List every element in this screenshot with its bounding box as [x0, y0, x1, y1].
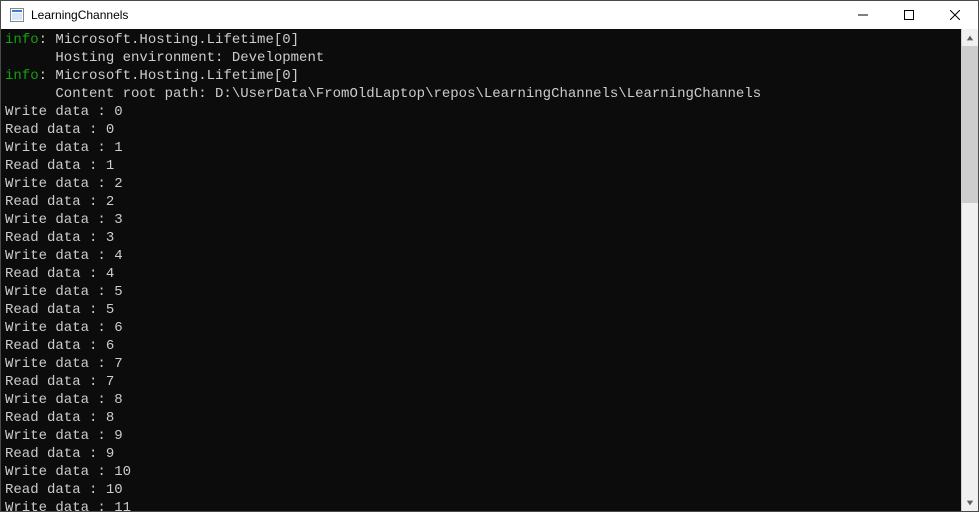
console-line: Read data : 9 — [5, 445, 957, 463]
log-entry: Write data : 3 — [5, 212, 123, 228]
console-line: Write data : 11 — [5, 499, 957, 511]
console-line: Read data : 7 — [5, 373, 957, 391]
console-line: Write data : 1 — [5, 139, 957, 157]
log-level-info: info — [5, 68, 39, 84]
console-output[interactable]: info: Microsoft.Hosting.Lifetime[0]Hosti… — [1, 29, 961, 511]
console-line: Read data : 2 — [5, 193, 957, 211]
log-entry: Write data : 5 — [5, 284, 123, 300]
log-entry: Write data : 4 — [5, 248, 123, 264]
log-entry: Read data : 9 — [5, 446, 114, 462]
console-line: Write data : 0 — [5, 103, 957, 121]
console-line: Write data : 7 — [5, 355, 957, 373]
log-entry: Write data : 1 — [5, 140, 123, 156]
log-entry: Write data : 0 — [5, 104, 123, 120]
console-line: Read data : 0 — [5, 121, 957, 139]
log-entry: Write data : 11 — [5, 500, 131, 511]
scroll-down-arrow-icon[interactable] — [962, 494, 978, 511]
log-entry: Read data : 3 — [5, 230, 114, 246]
console-line: info: Microsoft.Hosting.Lifetime[0] — [5, 67, 957, 85]
titlebar[interactable]: LearningChannels — [1, 1, 978, 29]
log-entry: Read data : 0 — [5, 122, 114, 138]
console-line: Write data : 6 — [5, 319, 957, 337]
console-line: Read data : 5 — [5, 301, 957, 319]
console-line: Hosting environment: Development — [5, 49, 957, 67]
log-entry: Read data : 2 — [5, 194, 114, 210]
log-entry: Write data : 10 — [5, 464, 131, 480]
log-entry: Write data : 6 — [5, 320, 123, 336]
log-entry: Read data : 10 — [5, 482, 123, 498]
minimize-button[interactable] — [840, 1, 886, 29]
log-content-root: Content root path: D:\UserData\FromOldLa… — [55, 86, 761, 102]
log-entry: Read data : 7 — [5, 374, 114, 390]
console-line: Write data : 3 — [5, 211, 957, 229]
log-level-info: info — [5, 32, 39, 48]
console-line: Read data : 6 — [5, 337, 957, 355]
console-line: info: Microsoft.Hosting.Lifetime[0] — [5, 31, 957, 49]
console-line: Content root path: D:\UserData\FromOldLa… — [5, 85, 957, 103]
log-hosting-env: Hosting environment: Development — [55, 50, 324, 66]
console-line: Read data : 1 — [5, 157, 957, 175]
log-source: : Microsoft.Hosting.Lifetime[0] — [39, 68, 299, 84]
log-entry: Read data : 6 — [5, 338, 114, 354]
console-line: Read data : 10 — [5, 481, 957, 499]
maximize-button[interactable] — [886, 1, 932, 29]
console-line: Read data : 4 — [5, 265, 957, 283]
log-entry: Write data : 2 — [5, 176, 123, 192]
console-line: Write data : 9 — [5, 427, 957, 445]
log-source: : Microsoft.Hosting.Lifetime[0] — [39, 32, 299, 48]
vertical-scrollbar[interactable] — [961, 29, 978, 511]
log-entry: Read data : 8 — [5, 410, 114, 426]
log-entry: Read data : 1 — [5, 158, 114, 174]
window-title: LearningChannels — [31, 8, 128, 22]
log-entry: Read data : 5 — [5, 302, 114, 318]
console-line: Write data : 10 — [5, 463, 957, 481]
log-entry: Write data : 7 — [5, 356, 123, 372]
window-controls — [840, 1, 978, 29]
close-button[interactable] — [932, 1, 978, 29]
scroll-track[interactable] — [962, 46, 978, 494]
console-line: Write data : 5 — [5, 283, 957, 301]
log-entry: Write data : 8 — [5, 392, 123, 408]
scroll-up-arrow-icon[interactable] — [962, 29, 978, 46]
scroll-thumb[interactable] — [962, 46, 978, 203]
log-entry: Write data : 9 — [5, 428, 123, 444]
log-entry: Read data : 4 — [5, 266, 114, 282]
console-line: Read data : 3 — [5, 229, 957, 247]
console-line: Write data : 8 — [5, 391, 957, 409]
content-area: info: Microsoft.Hosting.Lifetime[0]Hosti… — [1, 29, 978, 511]
app-window: LearningChannels info: Microsoft.Hosting… — [0, 0, 979, 512]
app-icon — [9, 7, 25, 23]
console-line: Write data : 4 — [5, 247, 957, 265]
console-line: Read data : 8 — [5, 409, 957, 427]
console-line: Write data : 2 — [5, 175, 957, 193]
